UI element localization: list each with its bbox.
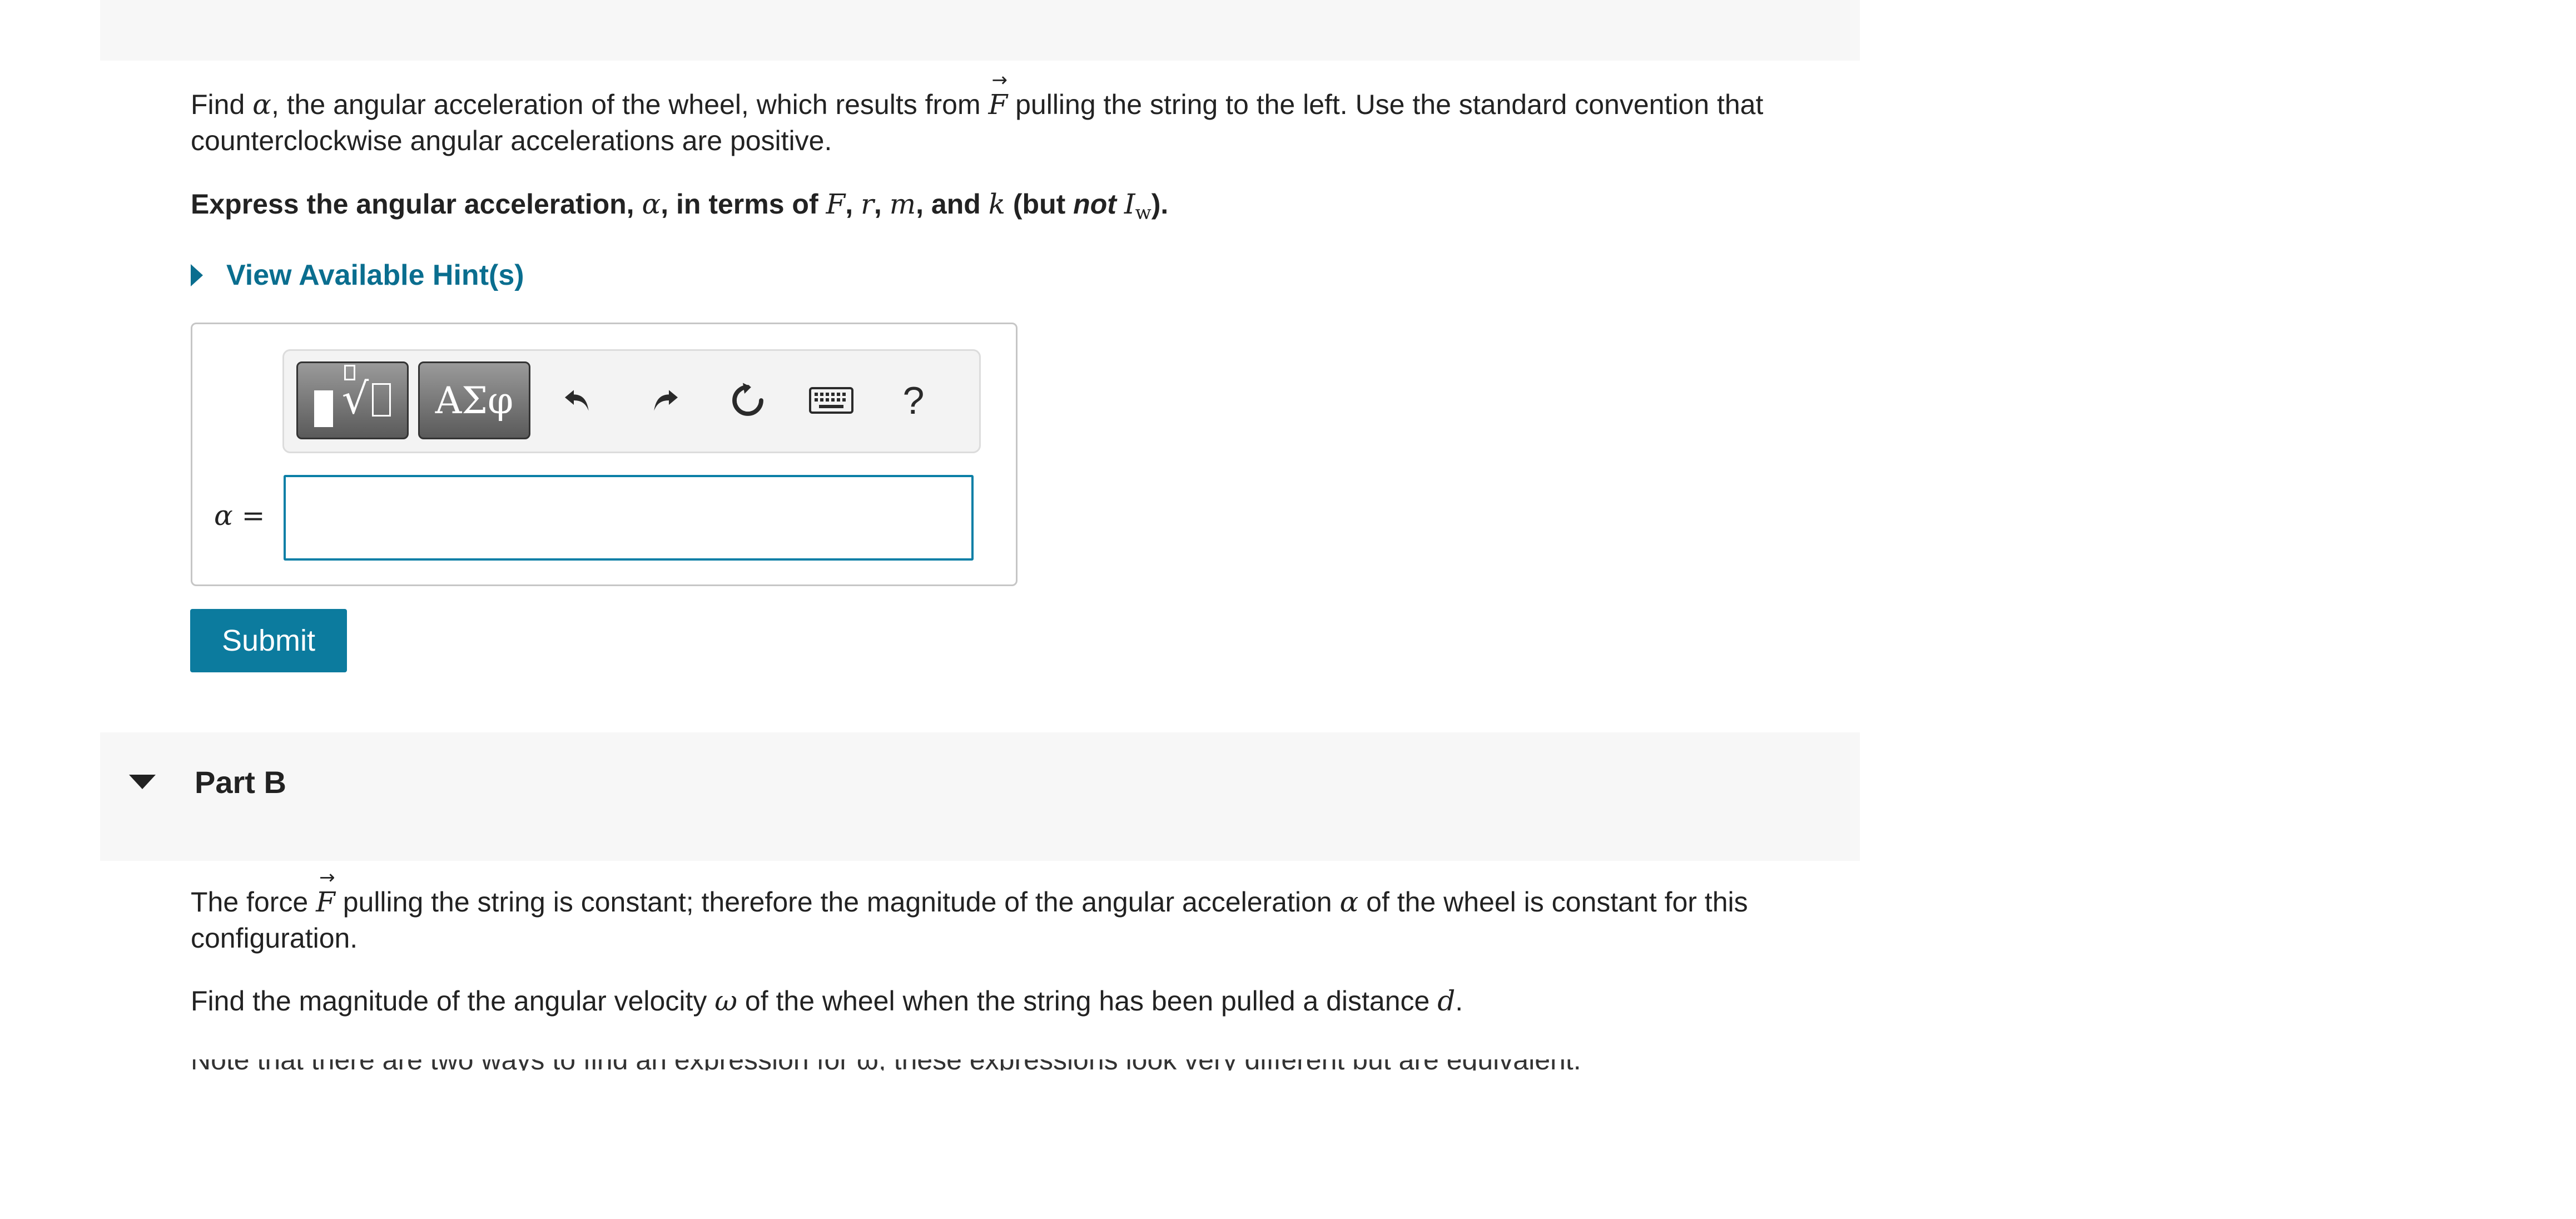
- alpha-symbol: α: [642, 188, 661, 220]
- help-button[interactable]: ?: [883, 370, 944, 431]
- distance-symbol: d: [1437, 985, 1456, 1017]
- paragraph-text: pulling the string is constant; therefor…: [335, 886, 1340, 918]
- caret-right-icon: [191, 264, 203, 286]
- alpha-symbol: α: [252, 88, 271, 121]
- submit-button[interactable]: Submit: [190, 609, 347, 672]
- inertia-letter: I: [1124, 188, 1135, 220]
- paragraph-text: .: [1455, 985, 1463, 1017]
- reset-icon: [732, 383, 763, 416]
- greek-symbols-label: ΑΣφ: [435, 379, 514, 422]
- part-b-title[interactable]: Part B: [195, 764, 286, 800]
- view-hints-toggle[interactable]: View Available Hint(s): [191, 256, 524, 295]
- part-b-paragraph-1: The force → F pulling the string is const…: [191, 866, 1864, 957]
- redo-button[interactable]: [634, 370, 695, 431]
- note-text: Note that there are two ways to find an …: [191, 1059, 1581, 1071]
- radius-symbol: r: [860, 188, 874, 220]
- alpha-symbol: α: [1339, 886, 1359, 918]
- greek-symbols-button[interactable]: ΑΣφ: [418, 361, 530, 439]
- answer-input[interactable]: [284, 475, 974, 561]
- answer-variable-label: α =: [214, 499, 265, 532]
- vector-arrow: →: [319, 866, 335, 889]
- part-b-paragraph-2: Find the magnitude of the angular veloci…: [191, 983, 1864, 1019]
- omega-symbol: ω: [714, 985, 738, 1017]
- redo-icon: [654, 390, 678, 411]
- instruction-text: , in terms of: [661, 189, 826, 220]
- separator: ,: [873, 189, 890, 220]
- paragraph-text: The force: [191, 886, 316, 918]
- force-symbol: F: [826, 188, 846, 220]
- vector-arrow: →: [991, 69, 1008, 91]
- undo-button[interactable]: [548, 370, 609, 431]
- mass-symbol: m: [889, 188, 916, 220]
- intro-text: Find: [191, 89, 253, 120]
- paragraph-text: Find the magnitude of the angular veloci…: [191, 985, 715, 1017]
- force-vector-symbol: → F: [316, 866, 335, 920]
- undo-icon: [565, 390, 589, 411]
- keyboard-icon: [809, 387, 853, 414]
- inertia-symbol: Iw: [1124, 188, 1151, 224]
- k-symbol: k: [988, 188, 1005, 220]
- part-b-header[interactable]: [100, 732, 1860, 861]
- not-emphasis: not: [1073, 189, 1116, 220]
- instruction-text: Express the angular acceleration,: [191, 189, 642, 220]
- templates-icon: √: [314, 365, 391, 427]
- templates-button[interactable]: √: [296, 361, 409, 439]
- instruction-text: ).: [1151, 189, 1169, 220]
- keyboard-button[interactable]: [801, 370, 862, 431]
- help-label: ?: [902, 379, 925, 422]
- view-hints-link[interactable]: View Available Hint(s): [226, 259, 524, 292]
- caret-down-icon[interactable]: [129, 775, 156, 789]
- inertia-subscript: w: [1135, 202, 1151, 224]
- part-a-instruction: Express the angular acceleration, α, in …: [191, 186, 1864, 231]
- paragraph-text: of the wheel when the string has been pu…: [737, 985, 1438, 1017]
- force-vector-symbol: → F: [989, 69, 1008, 123]
- separator: ,: [845, 189, 861, 220]
- intro-text: , the angular acceleration of the wheel,…: [271, 89, 989, 120]
- reset-button[interactable]: [717, 370, 778, 431]
- part-a-header-band: [100, 0, 1860, 61]
- part-b-note-cut-off: Note that there are two ways to find an …: [191, 1059, 1864, 1071]
- part-a-intro: Find α, the angular acceleration of the …: [191, 69, 1864, 159]
- instruction-text: , and: [916, 189, 989, 220]
- instruction-text: (but: [1005, 189, 1074, 220]
